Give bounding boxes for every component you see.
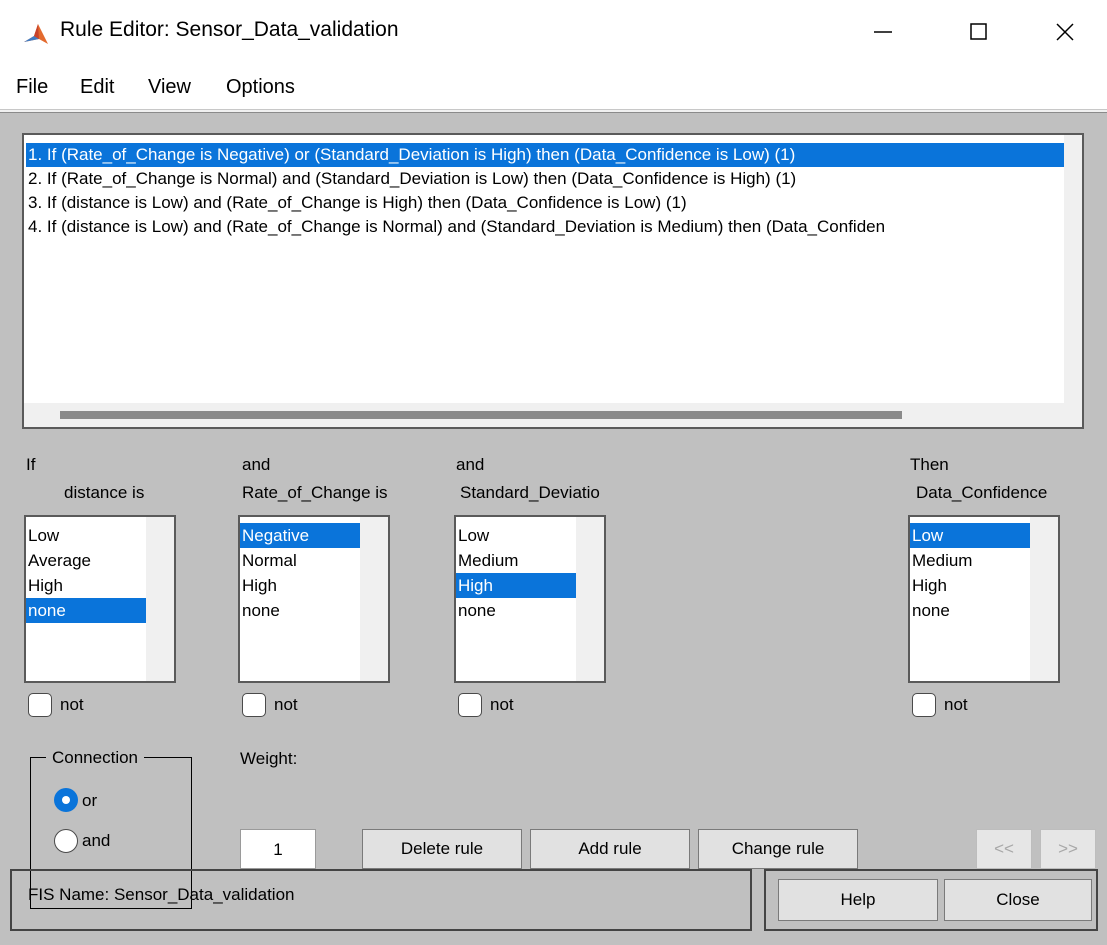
menu-bar: File Edit View Options xyxy=(0,64,1107,110)
standard-deviation-listbox[interactable]: Low Medium High none xyxy=(454,515,606,683)
rule-item[interactable]: 2. If (Rate_of_Change is Normal) and (St… xyxy=(26,167,1066,191)
delete-rule-button[interactable]: Delete rule xyxy=(362,829,522,869)
listbox-scrollbar[interactable] xyxy=(146,517,174,681)
status-box: FIS Name: Sensor_Data_validation xyxy=(10,869,752,931)
or-radio[interactable] xyxy=(54,788,78,812)
menu-edit[interactable]: Edit xyxy=(80,76,114,99)
close-window-button[interactable] xyxy=(1027,0,1107,64)
change-rule-button[interactable]: Change rule xyxy=(698,829,858,869)
listbox-scrollbar[interactable] xyxy=(1030,517,1058,681)
next-button[interactable]: >> xyxy=(1040,829,1096,869)
data-confidence-listbox[interactable]: Low Medium High none xyxy=(908,515,1060,683)
rule-item[interactable]: 1. If (Rate_of_Change is Negative) or (S… xyxy=(26,143,1066,167)
rate-of-change-not-label: not xyxy=(274,695,298,714)
standard-deviation-label: Standard_Deviatio xyxy=(460,483,600,502)
previous-button[interactable]: << xyxy=(976,829,1032,869)
and-label: and xyxy=(456,455,485,474)
help-button[interactable]: Help xyxy=(778,879,938,921)
close-icon xyxy=(1056,23,1074,41)
rules-vertical-scrollbar[interactable] xyxy=(1064,135,1082,427)
minimize-icon xyxy=(874,31,892,33)
and-radio-label: and xyxy=(82,831,111,850)
rule-editor-panel: 1. If (Rate_of_Change is Negative) or (S… xyxy=(0,112,1107,945)
rule-item[interactable]: 3. If (distance is Low) and (Rate_of_Cha… xyxy=(26,191,1066,215)
rate-of-change-listbox[interactable]: Negative Normal High none xyxy=(238,515,390,683)
or-label: or xyxy=(82,791,98,810)
and-label: and xyxy=(242,455,271,474)
window-title: Rule Editor: Sensor_Data_validation xyxy=(60,18,399,41)
rate-of-change-not-checkbox[interactable] xyxy=(242,693,266,717)
standard-deviation-not-label: not xyxy=(490,695,514,714)
data-confidence-label: Data_Confidence xyxy=(916,483,1048,502)
listbox-scrollbar[interactable] xyxy=(576,517,604,681)
menu-view[interactable]: View xyxy=(148,76,191,99)
rate-of-change-label: Rate_of_Change is xyxy=(242,483,388,502)
listbox-scrollbar[interactable] xyxy=(360,517,388,681)
fis-name-text: FIS Name: Sensor_Data_validation xyxy=(28,885,295,904)
then-label: Then xyxy=(910,455,949,474)
rules-horizontal-scrollbar[interactable] xyxy=(24,403,1082,427)
minimize-button[interactable] xyxy=(835,0,931,64)
connection-title: Connection xyxy=(46,748,145,768)
weight-label: Weight: xyxy=(240,749,298,768)
data-confidence-not-label: not xyxy=(944,695,968,714)
data-confidence-not-checkbox[interactable] xyxy=(912,693,936,717)
rules-list[interactable]: 1. If (Rate_of_Change is Negative) or (S… xyxy=(22,133,1084,429)
and-radio[interactable] xyxy=(54,829,78,853)
weight-input[interactable]: 1 xyxy=(240,829,316,869)
distance-label: distance is xyxy=(64,483,145,502)
standard-deviation-not-checkbox[interactable] xyxy=(458,693,482,717)
menu-file[interactable]: File xyxy=(16,76,48,99)
distance-listbox[interactable]: Low Average High none xyxy=(24,515,176,683)
distance-not-checkbox[interactable] xyxy=(28,693,52,717)
maximize-icon xyxy=(970,23,987,40)
add-rule-button[interactable]: Add rule xyxy=(530,829,690,869)
rules-scroll-thumb[interactable] xyxy=(60,411,902,419)
rule-item[interactable]: 4. If (distance is Low) and (Rate_of_Cha… xyxy=(26,215,1066,239)
matlab-logo-icon xyxy=(24,24,48,44)
if-label: If xyxy=(26,455,36,474)
maximize-button[interactable] xyxy=(931,0,1027,64)
title-bar: Rule Editor: Sensor_Data_validation xyxy=(0,0,1107,64)
close-button[interactable]: Close xyxy=(944,879,1092,921)
distance-not-label: not xyxy=(60,695,84,714)
menu-options[interactable]: Options xyxy=(226,76,295,99)
